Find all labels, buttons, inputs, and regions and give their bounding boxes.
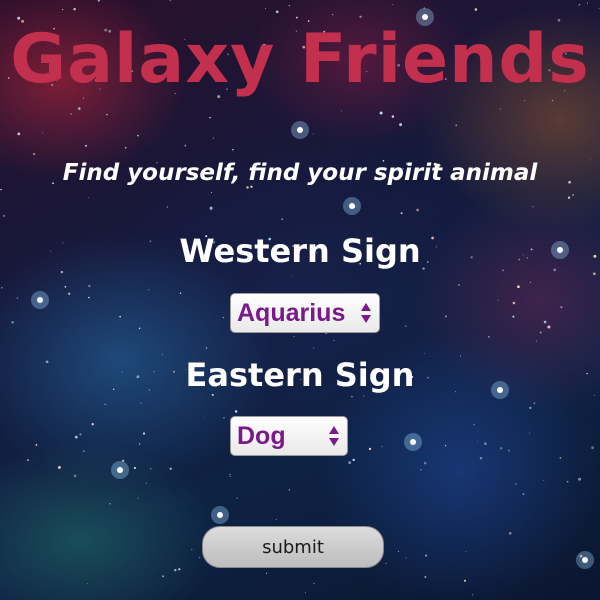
western-sign-value: Aquarius: [237, 298, 346, 327]
page-title: Galaxy Friends: [10, 20, 590, 99]
submit-button[interactable]: submit: [202, 526, 384, 568]
page: Galaxy Friends Find yourself, find your …: [0, 0, 600, 600]
eastern-sign-label: Eastern Sign: [185, 356, 415, 394]
eastern-sign-select[interactable]: Dog: [230, 416, 348, 456]
western-sign-label: Western Sign: [179, 232, 421, 270]
tagline: Find yourself, find your spirit animal: [62, 160, 538, 186]
eastern-sign-value: Dog: [237, 421, 286, 450]
select-arrows-icon: [327, 425, 341, 447]
western-sign-select[interactable]: Aquarius: [230, 293, 380, 333]
select-arrows-icon: [359, 302, 373, 324]
